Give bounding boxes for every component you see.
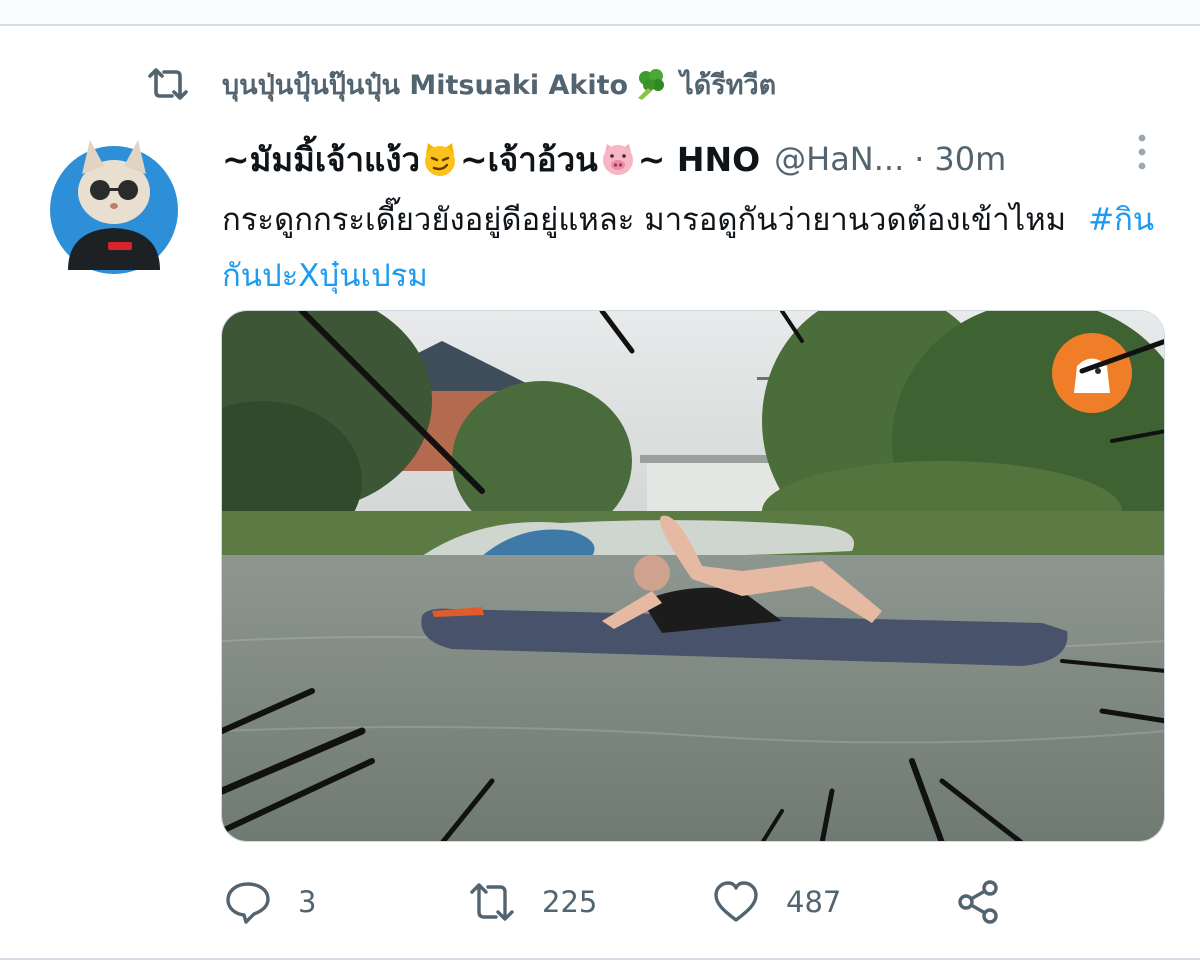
pig-face-icon: [602, 144, 633, 175]
user-handle[interactable]: @HaN...: [774, 140, 904, 178]
display-name-part-2: ~เจ้าอ้วน: [459, 139, 598, 179]
timestamp[interactable]: 30m: [934, 140, 1006, 178]
like-count: 487: [786, 885, 842, 919]
retweeted-label: ได้รีทวีต: [680, 69, 777, 101]
tweet-text: กระดูกกระเดี๊ยวยังอยู่ดีอยู่แหละ มารอดูก…: [222, 192, 1162, 304]
retweet-icon: [470, 883, 514, 921]
display-name[interactable]: ~มัมมิ้เจ้าแง้ว ~เจ้าอ้วน ~ HNO: [222, 133, 760, 186]
retweet-icon: [148, 68, 188, 100]
like-button[interactable]: 487: [712, 876, 841, 928]
share-button[interactable]: [954, 876, 1002, 928]
heart-icon: [714, 881, 758, 922]
retweeter-label: บุนปุ่นปุ้นปุ๊นปุ๋น Mitsuaki Akito ได้รี…: [222, 63, 776, 106]
share-icon: [958, 880, 998, 924]
separator-dot: ·: [914, 140, 925, 178]
tweet-media[interactable]: [221, 310, 1165, 842]
video-thumbnail: [222, 311, 1164, 841]
tweet-header: ~มัมมิ้เจ้าแง้ว ~เจ้าอ้วน ~ HNO @HaN... …: [222, 136, 1006, 182]
retweet-button[interactable]: 225: [468, 876, 597, 928]
reply-button[interactable]: 3: [224, 876, 316, 928]
top-divider: [0, 0, 1200, 26]
action-bar: 3 225 487: [224, 876, 1184, 928]
bottom-divider: [0, 958, 1200, 960]
reply-count: 3: [298, 885, 317, 919]
avatar[interactable]: [48, 130, 180, 276]
reply-icon: [226, 882, 270, 924]
retweeter-name: บุนปุ่นปุ้นปุ๊นปุ๋น Mitsuaki Akito: [222, 69, 629, 101]
retweet-context[interactable]: บุนปุ่นปุ้นปุ๊นปุ๋น Mitsuaki Akito ได้รี…: [146, 64, 776, 104]
more-options-icon[interactable]: [1128, 132, 1156, 172]
broccoli-icon: [638, 69, 665, 100]
display-name-part-1: ~มัมมิ้เจ้าแง้ว: [222, 139, 420, 179]
tweet-body: กระดูกกระเดี๊ยวยังอยู่ดีอยู่แหละ มารอดูก…: [222, 202, 1067, 238]
smirking-cat-icon: [424, 143, 455, 176]
display-name-part-3: ~ HNO: [637, 139, 761, 179]
retweet-count: 225: [542, 885, 598, 919]
